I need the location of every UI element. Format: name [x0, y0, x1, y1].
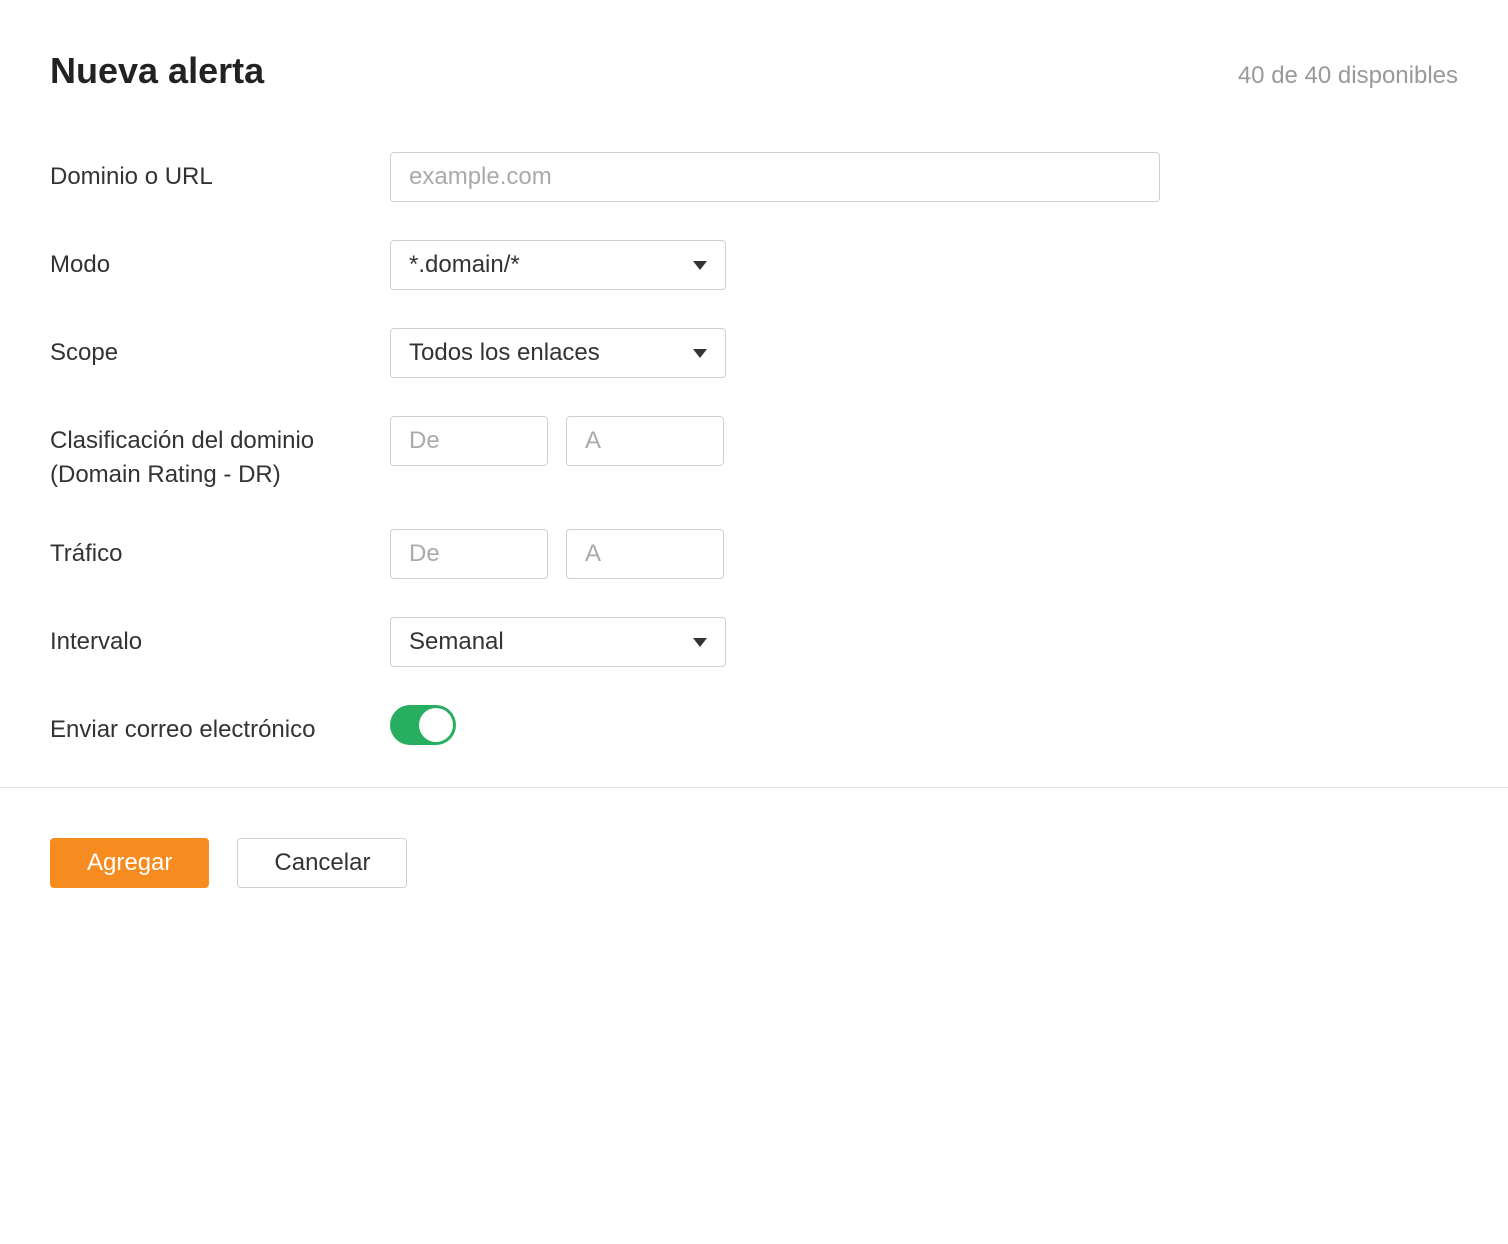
label-interval: Intervalo: [50, 617, 390, 659]
actions-bar: Agregar Cancelar: [0, 787, 1508, 888]
domain-rating-range: [390, 416, 1458, 466]
mode-select[interactable]: *.domain/*: [390, 240, 726, 290]
domain-rating-to-input[interactable]: [566, 416, 724, 466]
row-interval: Intervalo Semanal: [50, 617, 1458, 667]
alert-form: Dominio o URL Modo *.domain/* Scope Todo…: [50, 152, 1458, 747]
caret-down-icon: [693, 261, 707, 270]
dialog-title: Nueva alerta: [50, 50, 264, 92]
mode-select-value: *.domain/*: [409, 251, 520, 279]
row-send-email: Enviar correo electrónico: [50, 705, 1458, 747]
interval-select-value: Semanal: [409, 628, 504, 656]
domain-input[interactable]: [390, 152, 1160, 202]
availability-text: 40 de 40 disponibles: [1238, 62, 1458, 90]
cancel-button[interactable]: Cancelar: [237, 838, 407, 888]
traffic-from-input[interactable]: [390, 529, 548, 579]
add-button[interactable]: Agregar: [50, 838, 209, 888]
row-traffic: Tráfico: [50, 529, 1458, 579]
row-domain: Dominio o URL: [50, 152, 1458, 202]
domain-rating-from-input[interactable]: [390, 416, 548, 466]
caret-down-icon: [693, 349, 707, 358]
scope-select-value: Todos los enlaces: [409, 339, 600, 367]
label-domain: Dominio o URL: [50, 152, 390, 194]
label-send-email: Enviar correo electrónico: [50, 705, 390, 747]
label-domain-rating: Clasificación del dominio (Domain Rating…: [50, 416, 390, 491]
toggle-knob: [419, 708, 453, 742]
caret-down-icon: [693, 638, 707, 647]
scope-select[interactable]: Todos los enlaces: [390, 328, 726, 378]
row-domain-rating: Clasificación del dominio (Domain Rating…: [50, 416, 1458, 491]
label-scope: Scope: [50, 328, 390, 370]
row-mode: Modo *.domain/*: [50, 240, 1458, 290]
interval-select[interactable]: Semanal: [390, 617, 726, 667]
send-email-toggle[interactable]: [390, 705, 456, 745]
traffic-to-input[interactable]: [566, 529, 724, 579]
dialog-header: Nueva alerta 40 de 40 disponibles: [50, 50, 1458, 92]
traffic-range: [390, 529, 1458, 579]
label-traffic: Tráfico: [50, 529, 390, 571]
row-scope: Scope Todos los enlaces: [50, 328, 1458, 378]
label-mode: Modo: [50, 240, 390, 282]
